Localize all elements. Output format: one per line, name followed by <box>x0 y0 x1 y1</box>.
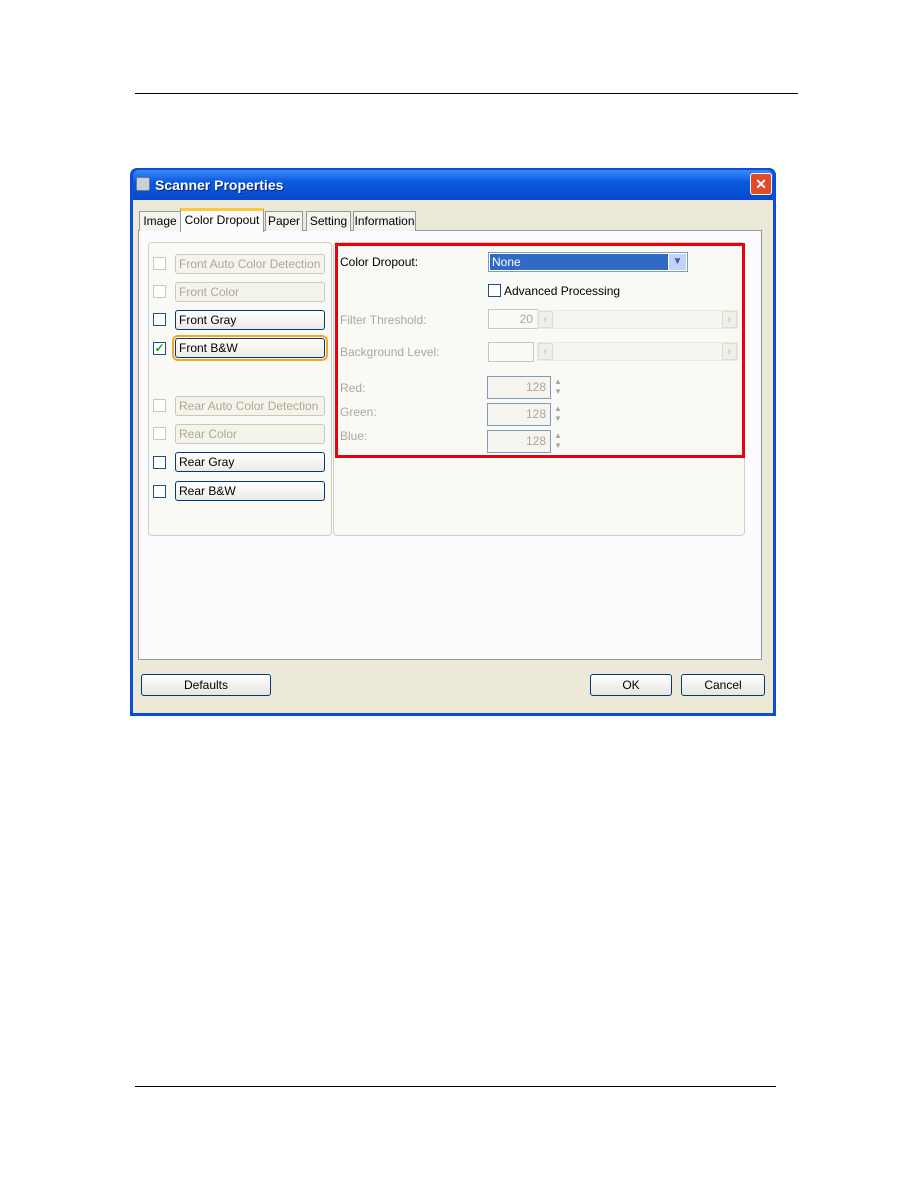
rear-gray-checkbox[interactable] <box>153 456 166 469</box>
advanced-processing-checkbox[interactable] <box>488 284 501 297</box>
scanner-icon <box>136 177 150 191</box>
front-auto-color-button[interactable]: Front Auto Color Detection <box>175 254 325 274</box>
chevron-down-icon[interactable]: ▼ <box>669 254 686 270</box>
tab-information[interactable]: Information <box>353 211 416 231</box>
rear-bw-checkbox[interactable] <box>153 485 166 498</box>
front-bw-button[interactable]: Front B&W <box>172 335 328 361</box>
front-bw-checkbox[interactable]: ✓ <box>153 342 166 355</box>
front-auto-checkbox[interactable] <box>153 257 166 270</box>
filter-threshold-label: Filter Threshold: <box>340 313 427 327</box>
footer-rule <box>135 1086 776 1087</box>
tab-color-dropout[interactable]: Color Dropout <box>180 208 264 232</box>
red-input[interactable]: 128 <box>487 376 551 399</box>
tab-setting[interactable]: Setting <box>306 211 351 231</box>
front-gray-checkbox[interactable] <box>153 313 166 326</box>
background-level-label: Background Level: <box>340 345 440 359</box>
dialog-title: Scanner Properties <box>155 177 284 193</box>
scroll-right-icon[interactable]: › <box>722 311 737 328</box>
filter-threshold-slider[interactable] <box>537 310 738 329</box>
advanced-processing-label: Advanced Processing <box>504 284 621 298</box>
defaults-button[interactable]: Defaults <box>141 674 271 696</box>
front-color-button[interactable]: Front Color <box>175 282 325 302</box>
red-label: Red: <box>340 381 366 395</box>
color-dropout-selected-value: None <box>490 254 668 270</box>
green-input[interactable]: 128 <box>487 403 551 426</box>
color-dropout-label: Color Dropout: <box>340 255 419 269</box>
rear-color-checkbox[interactable] <box>153 427 166 440</box>
tab-image[interactable]: Image <box>139 211 181 231</box>
blue-label: Blue: <box>340 429 368 443</box>
header-rule <box>135 93 798 94</box>
rear-color-button[interactable]: Rear Color <box>175 424 325 444</box>
blue-input[interactable]: 128 <box>487 430 551 453</box>
rear-gray-button[interactable]: Rear Gray <box>175 452 325 472</box>
scroll-left-icon[interactable]: ‹ <box>538 311 553 328</box>
rear-bw-button[interactable]: Rear B&W <box>175 481 325 501</box>
rear-auto-checkbox[interactable] <box>153 399 166 412</box>
blue-spinner-icon[interactable]: ▲ ▼ <box>554 431 562 451</box>
front-gray-button[interactable]: Front Gray <box>175 310 325 330</box>
close-button[interactable]: ✕ <box>750 173 772 195</box>
tab-paper[interactable]: Paper <box>265 211 303 231</box>
background-level-slider[interactable] <box>537 342 738 361</box>
green-spinner-icon[interactable]: ▲ ▼ <box>554 404 562 424</box>
scroll-left-icon[interactable]: ‹ <box>538 343 553 360</box>
background-level-input[interactable] <box>488 342 534 362</box>
scroll-right-icon[interactable]: › <box>722 343 737 360</box>
ok-button[interactable]: OK <box>590 674 672 696</box>
checkmark-icon: ✓ <box>154 341 165 355</box>
front-color-checkbox[interactable] <box>153 285 166 298</box>
cancel-button[interactable]: Cancel <box>681 674 765 696</box>
red-spinner-icon[interactable]: ▲ ▼ <box>554 377 562 397</box>
filter-threshold-input[interactable]: 20 <box>488 309 538 329</box>
rear-auto-color-button[interactable]: Rear Auto Color Detection <box>175 396 325 416</box>
close-icon: ✕ <box>755 176 767 192</box>
color-dropout-select[interactable]: None ▼ <box>488 252 688 272</box>
green-label: Green: <box>340 405 377 419</box>
